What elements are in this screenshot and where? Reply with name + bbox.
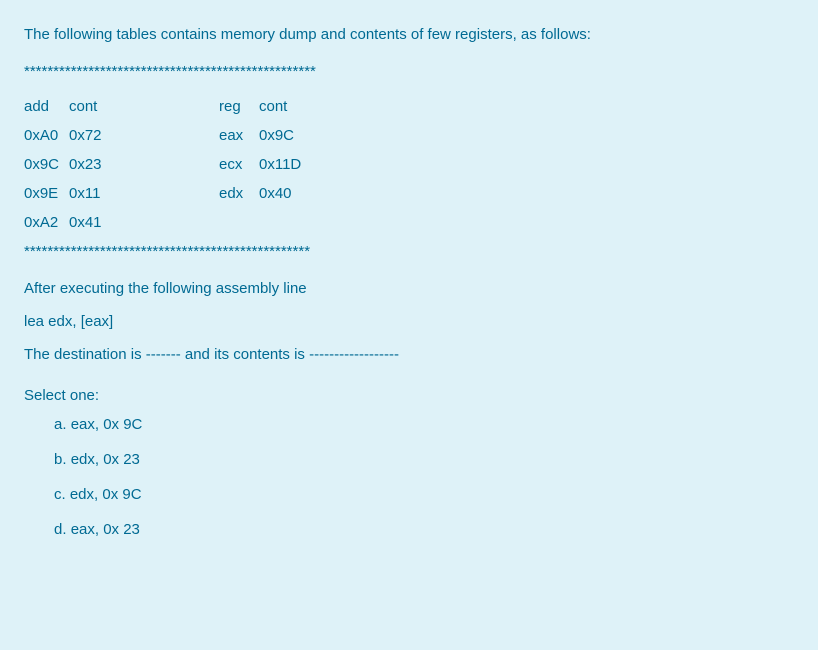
- option-letter: d.: [54, 521, 67, 538]
- hdr-add: add: [24, 98, 69, 115]
- cell-addr: 0x9E: [24, 185, 69, 202]
- options-list: a. eax, 0x 9C b. edx, 0x 23 c. edx, 0x 9…: [24, 414, 794, 540]
- table-header-row: add cont reg cont: [24, 98, 794, 115]
- option-text: edx, 0x 23: [71, 451, 140, 468]
- stem-line-3: The destination is ------- and its conte…: [24, 344, 794, 365]
- cell-cont: 0x11: [69, 185, 219, 202]
- hdr-cont2: cont: [259, 98, 287, 115]
- cell-reg: ecx: [219, 156, 259, 173]
- question-intro: The following tables contains memory dum…: [24, 24, 794, 45]
- cell-cont: 0x23: [69, 156, 219, 173]
- cell-cont: 0x41: [69, 214, 219, 231]
- hdr-cont1: cont: [69, 98, 219, 115]
- cell-reg: edx: [219, 185, 259, 202]
- question-stem: After executing the following assembly l…: [24, 278, 794, 365]
- cell-regval: 0x11D: [259, 156, 301, 173]
- option-c[interactable]: c. edx, 0x 9C: [54, 484, 794, 505]
- option-a[interactable]: a. eax, 0x 9C: [54, 414, 794, 435]
- cell-reg: eax: [219, 127, 259, 144]
- hdr-reg: reg: [219, 98, 259, 115]
- option-b[interactable]: b. edx, 0x 23: [54, 449, 794, 470]
- separator-top: ****************************************…: [24, 63, 794, 80]
- table-row: 0x9E 0x11 edx 0x40: [24, 185, 794, 202]
- cell-addr: 0x9C: [24, 156, 69, 173]
- option-letter: c.: [54, 486, 66, 503]
- stem-line-1: After executing the following assembly l…: [24, 278, 794, 299]
- table-row: 0xA0 0x72 eax 0x9C: [24, 127, 794, 144]
- cell-addr: 0xA2: [24, 214, 69, 231]
- stem-line-2: lea edx, [eax]: [24, 311, 794, 332]
- table-row: 0xA2 0x41: [24, 214, 794, 231]
- separator-bottom: ****************************************…: [24, 243, 794, 260]
- option-d[interactable]: d. eax, 0x 23: [54, 519, 794, 540]
- cell-cont: 0x72: [69, 127, 219, 144]
- cell-regval: 0x40: [259, 185, 292, 202]
- option-letter: a.: [54, 416, 67, 433]
- option-letter: b.: [54, 451, 67, 468]
- cell-reg: [219, 214, 259, 231]
- option-text: eax, 0x 9C: [71, 416, 143, 433]
- option-text: eax, 0x 23: [71, 521, 140, 538]
- table-row: 0x9C 0x23 ecx 0x11D: [24, 156, 794, 173]
- cell-regval: 0x9C: [259, 127, 294, 144]
- select-one-label: Select one:: [24, 387, 794, 404]
- option-text: edx, 0x 9C: [70, 486, 142, 503]
- cell-addr: 0xA0: [24, 127, 69, 144]
